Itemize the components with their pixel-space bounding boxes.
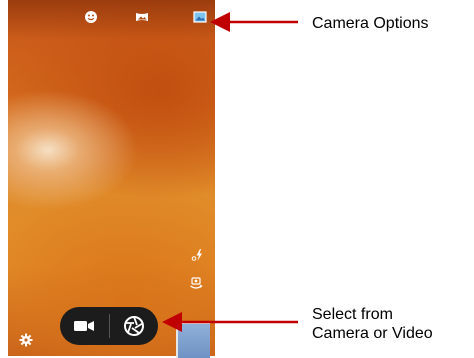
gear-icon[interactable] [19, 333, 33, 347]
shutter-button[interactable] [110, 307, 159, 345]
viewfinder-top-shade [8, 0, 215, 40]
shutter-icon [123, 316, 144, 336]
flash-icon[interactable] [191, 248, 205, 262]
camera-options-arrow [210, 12, 298, 32]
select-mode-arrow [162, 312, 298, 332]
camera-options-label: Camera Options [312, 15, 429, 32]
switch-camera-icon[interactable] [189, 276, 203, 290]
camera-viewfinder[interactable] [8, 0, 215, 356]
face-icon[interactable] [84, 10, 98, 24]
video-mode-button[interactable] [60, 307, 109, 345]
capture-mode-selector[interactable] [60, 307, 158, 345]
select-mode-label-line1: Select from [312, 306, 393, 323]
picture-icon[interactable] [193, 10, 207, 24]
panorama-icon[interactable] [135, 10, 149, 24]
select-mode-label-line2: Camera or Video [312, 325, 433, 342]
video-camera-icon [74, 321, 95, 331]
